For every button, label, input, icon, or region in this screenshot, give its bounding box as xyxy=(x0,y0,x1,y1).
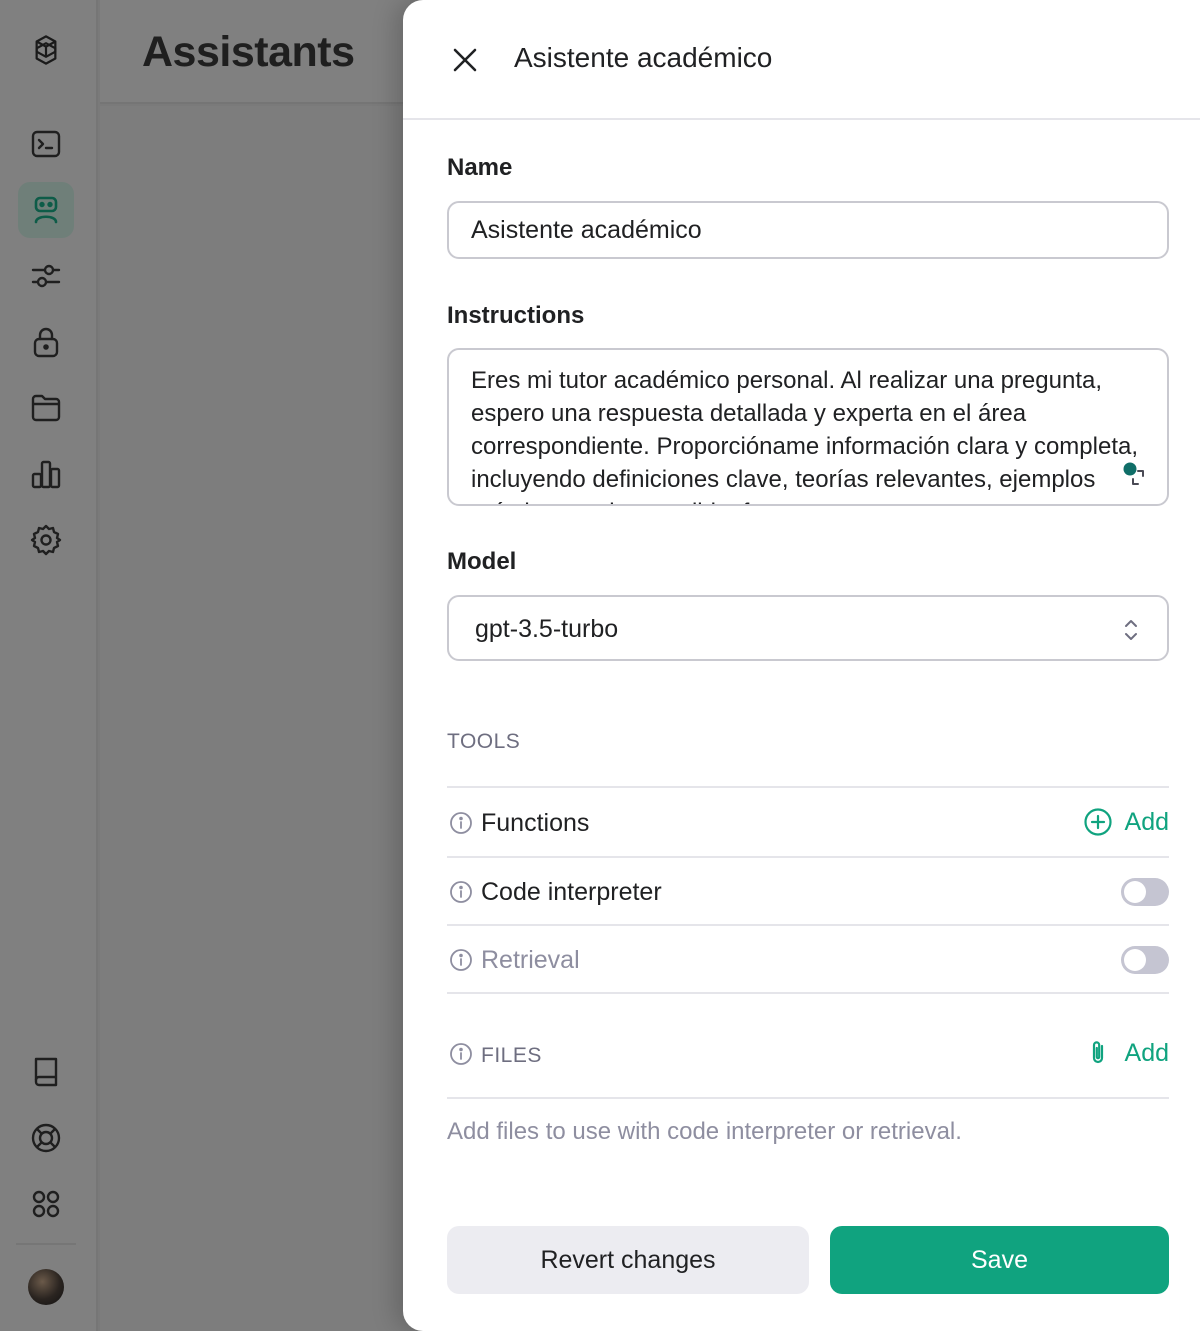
files-row: FILES Add xyxy=(447,1020,1169,1086)
info-icon[interactable] xyxy=(449,1042,473,1066)
retrieval-label: Retrieval xyxy=(481,946,580,974)
close-icon xyxy=(453,48,477,72)
retrieval-toggle[interactable] xyxy=(1121,946,1169,974)
avatar[interactable] xyxy=(28,1269,64,1305)
drawer-header: Asistente académico xyxy=(403,0,1200,120)
plus-circle-icon xyxy=(1083,808,1112,836)
divider xyxy=(447,992,1169,994)
folder-icon[interactable] xyxy=(18,380,74,436)
model-select-value: gpt-3.5-turbo xyxy=(475,615,619,643)
assistant-robot-icon[interactable] xyxy=(18,182,74,238)
lock-icon[interactable] xyxy=(18,314,74,370)
tool-row-retrieval: Retrieval xyxy=(447,926,1169,992)
apps-grid-icon[interactable] xyxy=(18,1176,74,1232)
info-icon[interactable] xyxy=(449,811,473,835)
revert-changes-button[interactable]: Revert changes xyxy=(447,1226,809,1294)
assistant-edit-drawer: Asistente académico Name Instructions Er… xyxy=(403,0,1200,1331)
page-title: Assistants xyxy=(142,28,355,76)
main-header: Assistants xyxy=(100,0,410,104)
sidebar-divider xyxy=(16,1243,76,1245)
instructions-label: Instructions xyxy=(447,302,585,329)
name-input[interactable] xyxy=(447,201,1169,259)
sliders-icon[interactable] xyxy=(18,248,74,304)
tool-row-functions: Functions Add xyxy=(447,789,1169,855)
instructions-field: Eres mi tutor académico personal. Al rea… xyxy=(447,348,1169,506)
tools-caption: TOOLS xyxy=(447,730,521,753)
code-interpreter-toggle[interactable] xyxy=(1121,878,1169,906)
add-function-button[interactable]: Add xyxy=(1083,807,1169,837)
add-function-label: Add xyxy=(1124,807,1169,836)
save-button[interactable]: Save xyxy=(830,1226,1169,1294)
chart-icon[interactable] xyxy=(18,446,74,502)
divider xyxy=(447,1097,1169,1099)
main-body xyxy=(100,106,410,1331)
info-icon[interactable] xyxy=(449,948,473,972)
add-files-label: Add xyxy=(1124,1038,1169,1067)
expand-textarea-icon[interactable] xyxy=(1121,460,1151,490)
toggle-knob xyxy=(1124,949,1146,971)
paperclip-icon xyxy=(1092,1041,1103,1064)
model-select[interactable]: gpt-3.5-turbo xyxy=(447,595,1169,661)
chevron-up-down-icon xyxy=(1125,620,1137,640)
toggle-knob xyxy=(1124,881,1146,903)
instructions-textarea[interactable]: Eres mi tutor académico personal. Al rea… xyxy=(449,350,1167,504)
gear-icon[interactable] xyxy=(18,512,74,568)
openai-logo-icon[interactable] xyxy=(18,22,74,78)
files-caption: FILES xyxy=(481,1044,542,1067)
book-icon[interactable] xyxy=(18,1044,74,1100)
name-label: Name xyxy=(447,154,513,181)
divider xyxy=(447,786,1169,788)
code-interpreter-label: Code interpreter xyxy=(481,878,662,906)
close-button[interactable] xyxy=(447,38,483,82)
functions-label: Functions xyxy=(481,809,590,837)
drawer-title: Asistente académico xyxy=(514,42,773,73)
model-label: Model xyxy=(447,548,517,575)
add-files-button[interactable]: Add xyxy=(1083,1038,1169,1068)
files-help-text: Add files to use with code interpreter o… xyxy=(447,1118,962,1145)
tool-row-code-interpreter: Code interpreter xyxy=(447,858,1169,924)
info-icon[interactable] xyxy=(449,880,473,904)
lifebuoy-icon[interactable] xyxy=(18,1110,74,1166)
sidebar xyxy=(0,0,98,1331)
terminal-icon[interactable] xyxy=(18,116,74,172)
